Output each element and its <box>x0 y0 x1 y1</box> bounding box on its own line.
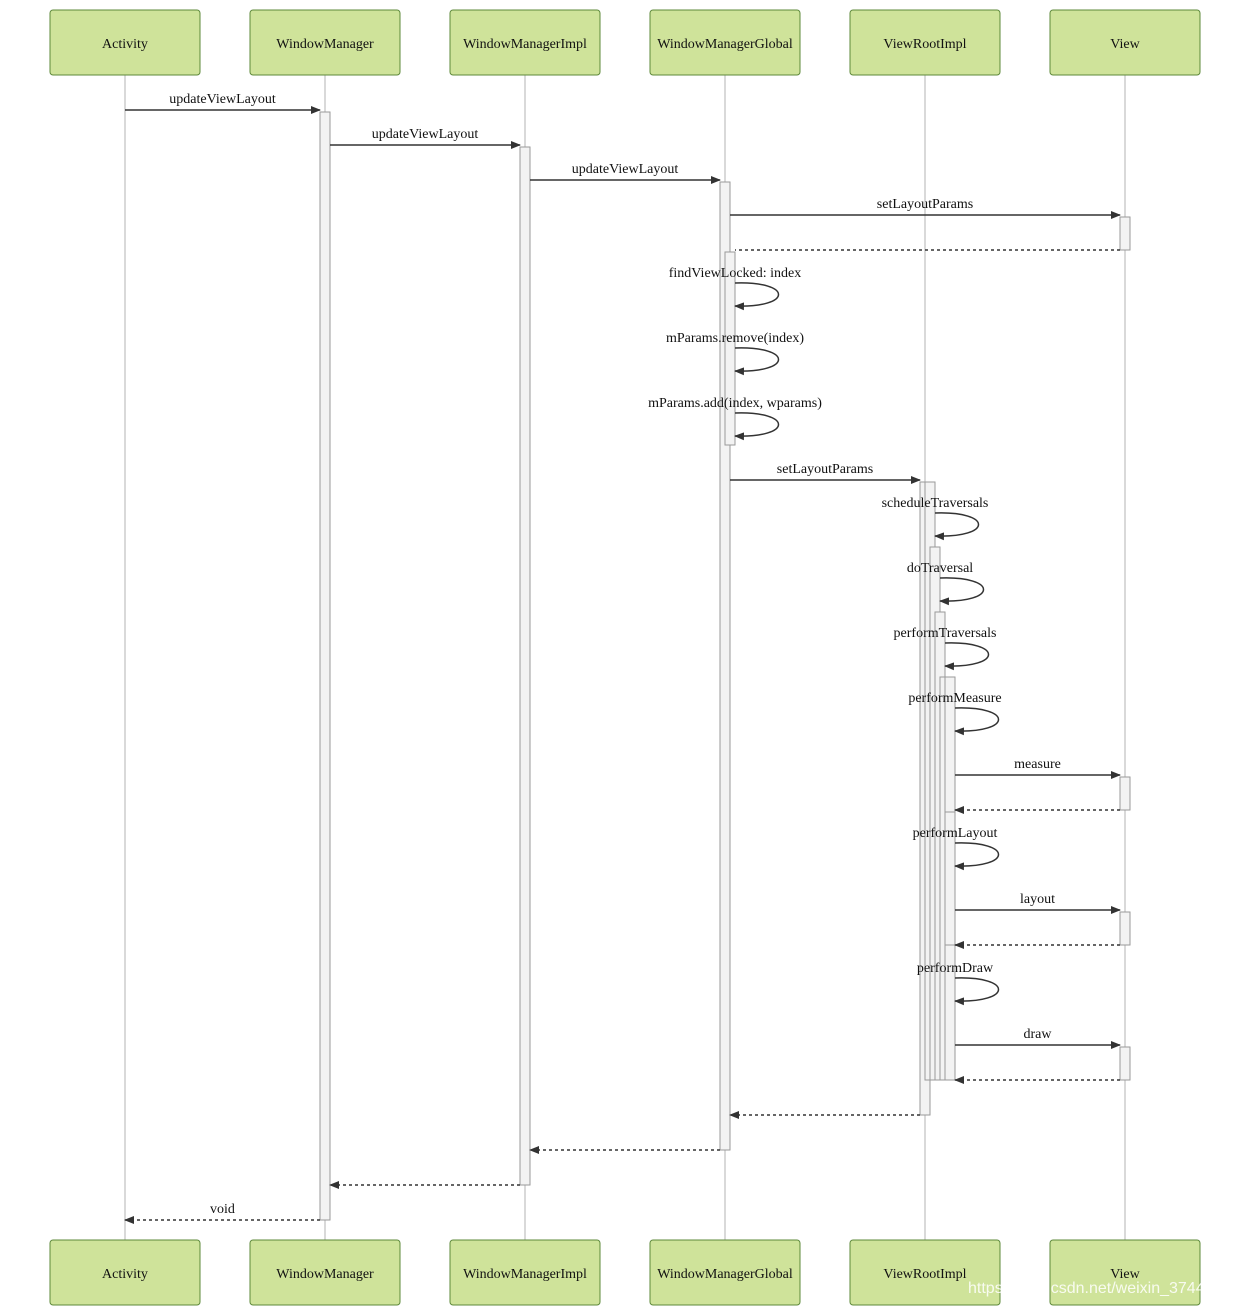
message-label: layout <box>1020 892 1055 907</box>
self-call-arrow <box>954 842 1000 871</box>
participant-label: WindowManager <box>276 37 374 52</box>
message-label: setLayoutParams <box>777 462 873 477</box>
message-label: performDraw <box>917 961 994 976</box>
message-call: setLayoutParams <box>730 462 921 484</box>
self-call-arrow <box>954 977 1000 1006</box>
participant-label: WindowManagerGlobal <box>657 1267 793 1282</box>
message-call: draw <box>955 1027 1121 1049</box>
message-label: performLayout <box>913 826 998 841</box>
message-call: updateViewLayout <box>125 92 321 114</box>
self-call-arrow <box>734 282 780 311</box>
message-label: performTraversals <box>894 626 997 641</box>
participant-label: ViewRootImpl <box>883 1267 966 1282</box>
activation-bar <box>519 146 531 1186</box>
message-label: draw <box>1024 1027 1053 1042</box>
participant-label: WindowManagerImpl <box>463 1267 587 1282</box>
sequence-diagram: updateViewLayout updateViewLayout updateVi… <box>49 9 1240 1306</box>
participant-label: View <box>1110 37 1140 52</box>
message-call: layout <box>955 892 1121 914</box>
participant-head: WindowManagerGlobal <box>649 9 801 76</box>
message-self: doTraversal <box>907 561 985 606</box>
self-call-arrow <box>954 707 1000 736</box>
self-call-arrow <box>934 512 980 541</box>
message-call: measure <box>955 757 1121 779</box>
self-call-arrow <box>734 412 780 441</box>
participant-label: ViewRootImpl <box>883 37 966 52</box>
participant-label: Activity <box>102 37 148 52</box>
message-label: mParams.add(index, wparams) <box>648 396 822 411</box>
participant-foot: WindowManager <box>249 1239 401 1306</box>
participant-label: WindowManager <box>276 1267 374 1282</box>
participant-head: WindowManager <box>249 9 401 76</box>
activation-bar <box>319 111 331 1221</box>
activation-bar <box>1119 1046 1131 1081</box>
activation-bar <box>1119 216 1131 251</box>
participant-label: WindowManagerGlobal <box>657 37 793 52</box>
message-label: updateViewLayout <box>169 92 276 107</box>
message-label: measure <box>1014 757 1061 772</box>
message-return: void <box>124 1202 320 1224</box>
message-label: void <box>210 1202 235 1217</box>
activation-bar <box>1119 911 1131 946</box>
watermark: https://blog.csdn.net/weixin_37444276 <box>968 1280 1240 1297</box>
self-call-arrow <box>734 347 780 376</box>
participant-label: WindowManagerImpl <box>463 37 587 52</box>
message-label: doTraversal <box>907 561 973 576</box>
message-label: mParams.remove(index) <box>666 331 804 346</box>
participant-label: Activity <box>102 1267 148 1282</box>
self-call-arrow <box>944 642 990 671</box>
message-label: scheduleTraversals <box>882 496 989 511</box>
message-label: performMeasure <box>908 691 1001 706</box>
participant-head: View <box>1049 9 1201 76</box>
message-label: findViewLocked: index <box>669 266 802 281</box>
self-call-arrow <box>939 577 985 606</box>
message-label: updateViewLayout <box>572 162 679 177</box>
participant-head: WindowManagerImpl <box>449 9 601 76</box>
message-label: setLayoutParams <box>877 197 973 212</box>
participant-head: ViewRootImpl <box>849 9 1001 76</box>
message-label: updateViewLayout <box>372 127 479 142</box>
activation-bar <box>1119 776 1131 811</box>
message-call: updateViewLayout <box>330 127 521 149</box>
participant-foot: Activity <box>49 1239 201 1306</box>
participant-foot: WindowManagerImpl <box>449 1239 601 1306</box>
participant-foot: WindowManagerGlobal <box>649 1239 801 1306</box>
message-call: updateViewLayout <box>530 162 721 184</box>
participant-head: Activity <box>49 9 201 76</box>
